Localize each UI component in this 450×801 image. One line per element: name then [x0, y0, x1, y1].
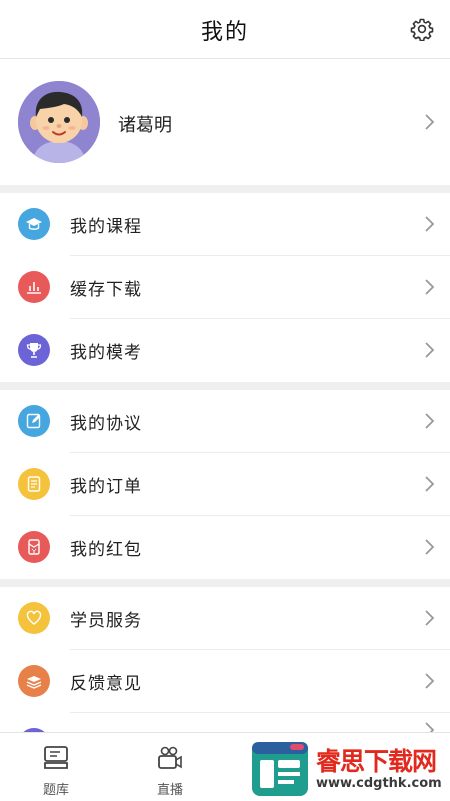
chevron-right-icon: [425, 342, 435, 358]
red-packet-icon: [18, 531, 50, 563]
section-divider: [0, 185, 450, 193]
menu-item-label: 缓存下载: [70, 280, 142, 300]
chevron-right-icon: [425, 114, 435, 130]
menu-item-mock-exam[interactable]: 我的模考: [0, 319, 450, 382]
feedback-stack-icon: [18, 665, 50, 697]
chevron-right-icon: [425, 539, 435, 555]
trophy-icon: [18, 334, 50, 366]
menu-item-my-agreements[interactable]: 我的协议: [0, 390, 450, 453]
chevron-right-icon: [425, 413, 435, 429]
watermark-text: 睿思下载网: [316, 747, 437, 776]
chevron-right-icon: [425, 279, 435, 295]
watermark-url: www.cdgthk.com: [316, 776, 442, 791]
chevron-right-icon: [425, 216, 435, 232]
tab-label: 直播: [156, 783, 183, 798]
bar-chart-icon: [18, 271, 50, 303]
question-bank-icon: [44, 746, 68, 769]
menu-item-label: 我的模考: [70, 343, 142, 363]
menu-item-partial[interactable]: [0, 713, 450, 732]
menu-item-my-orders[interactable]: 我的订单: [0, 453, 450, 516]
menu-item-cache-download[interactable]: 缓存下载: [0, 256, 450, 319]
chevron-right-icon: [425, 722, 435, 732]
section-divider: [0, 579, 450, 587]
profile-row[interactable]: 诸葛明: [0, 59, 450, 185]
graduation-cap-icon: [18, 208, 50, 240]
gear-icon[interactable]: [410, 17, 434, 41]
page-title: 我的: [200, 20, 249, 45]
menu-item-red-packets[interactable]: 我的红包: [0, 516, 450, 579]
menu-item-label: 我的订单: [70, 477, 142, 497]
avatar: [18, 81, 100, 163]
menu-item-label: 反馈意见: [70, 674, 142, 694]
tab-question-bank[interactable]: 题库: [0, 733, 112, 801]
live-camera-icon: [158, 746, 182, 769]
tab-label: 题库: [42, 783, 69, 798]
section-divider: [0, 382, 450, 390]
menu-item-label: 学员服务: [70, 611, 142, 631]
edit-document-icon: [18, 405, 50, 437]
watermark-logo: 睿思下载网 www.cdgthk.com: [250, 738, 450, 800]
heart-icon: [18, 602, 50, 634]
order-list-icon: [18, 468, 50, 500]
chevron-right-icon: [425, 610, 435, 626]
chevron-right-icon: [425, 673, 435, 689]
menu-item-label: 我的课程: [70, 217, 142, 237]
profile-name: 诸葛明: [118, 115, 172, 136]
menu-item-my-courses[interactable]: 我的课程: [0, 193, 450, 256]
menu-item-label: 我的红包: [70, 540, 142, 560]
watermark-app-icon: [252, 742, 308, 796]
tab-live[interactable]: 直播: [114, 733, 226, 801]
menu-item-label: 我的协议: [70, 414, 142, 434]
chevron-right-icon: [425, 476, 435, 492]
top-bar: 我的: [0, 0, 450, 59]
menu-item-student-service[interactable]: 学员服务: [0, 587, 450, 650]
menu-item-feedback[interactable]: 反馈意见: [0, 650, 450, 713]
